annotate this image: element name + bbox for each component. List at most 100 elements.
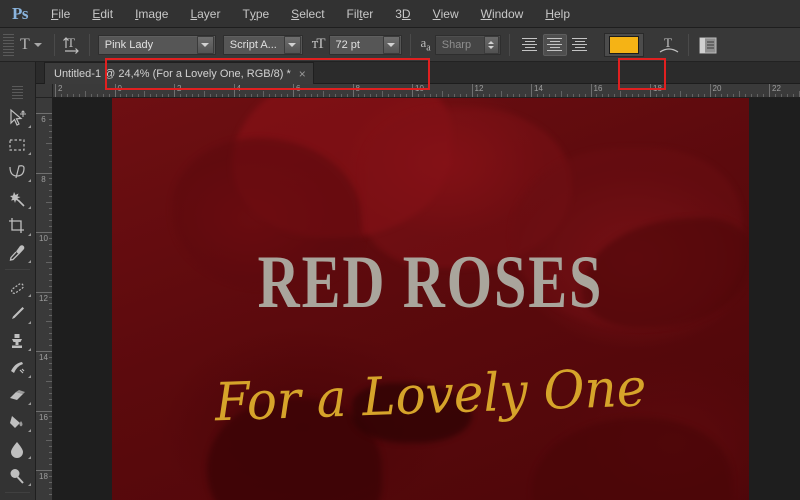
clone-stamp-tool[interactable] — [0, 327, 34, 354]
gradient-tool[interactable] — [0, 408, 34, 435]
ruler-minor-tick — [727, 94, 729, 97]
dodge-tool[interactable] — [0, 462, 34, 489]
font-style-dropdown-button[interactable] — [283, 35, 301, 54]
ruler-minor-tick — [304, 94, 306, 97]
ruler-minor-tick — [49, 487, 52, 489]
menu-window[interactable]: Window — [470, 0, 535, 28]
artboard[interactable]: RED ROSES For a Lovely One — [112, 98, 749, 500]
menu-filter[interactable]: Fil t er — [336, 0, 385, 28]
document-tab[interactable]: Untitled-1 @ 24,4% (For a Lovely One, RG… — [44, 62, 314, 84]
close-icon[interactable]: × — [299, 68, 306, 80]
ruler-major-tick — [531, 84, 532, 97]
tool-options-corner — [28, 375, 31, 378]
ruler-minor-tick — [745, 94, 747, 97]
ruler-minor-tick — [644, 94, 646, 97]
menu-type[interactable]: Ty pe — [231, 0, 280, 28]
pen-tool[interactable] — [0, 496, 34, 500]
ruler-minor-tick — [132, 94, 134, 97]
font-size-dropdown-button[interactable] — [382, 35, 400, 54]
ruler-label: 8 — [41, 174, 46, 184]
ruler-minor-tick — [423, 94, 425, 97]
align-center-button[interactable] — [542, 33, 567, 56]
crop-tool[interactable] — [0, 212, 34, 239]
horizontal-ruler[interactable]: 2 0 2 4 6 8 10 12 14 16 18 20 22 — [53, 84, 800, 98]
ruler-minor-tick — [328, 94, 330, 97]
ruler-minor-tick — [209, 94, 211, 97]
menu-select[interactable]: Select — [280, 0, 335, 28]
ruler-minor-tick — [566, 94, 568, 97]
menu-image[interactable]: Image — [124, 0, 179, 28]
blur-tool[interactable] — [0, 435, 34, 462]
text-alignment-group — [518, 33, 592, 56]
ruler-minor-tick — [763, 94, 765, 97]
options-bar-grip[interactable] — [3, 33, 14, 56]
menu-layer[interactable]: Layer — [179, 0, 231, 28]
svg-text:T: T — [67, 35, 75, 50]
toggle-text-orientation-icon[interactable]: T — [61, 34, 83, 56]
anti-alias-select[interactable]: Sharp — [434, 34, 501, 55]
ruler-minor-tick — [316, 94, 318, 97]
ruler-minor-tick — [495, 94, 497, 97]
divider — [5, 269, 30, 270]
ruler-minor-tick — [185, 94, 187, 97]
menu-edit[interactable]: Edit — [81, 0, 124, 28]
ruler-minor-tick — [697, 94, 699, 97]
divider — [5, 492, 30, 493]
history-brush-tool[interactable] — [0, 354, 34, 381]
ruler-minor-tick — [673, 94, 675, 97]
ruler-minor-tick — [626, 94, 628, 97]
anti-alias-stepper[interactable] — [483, 35, 499, 54]
ruler-minor-tick — [447, 94, 449, 97]
ruler-minor-tick — [197, 94, 199, 97]
font-style-value: Script A... — [229, 38, 277, 51]
ruler-minor-tick — [382, 91, 384, 97]
healing-brush-tool[interactable] — [0, 273, 34, 300]
align-left-button[interactable] — [518, 34, 542, 56]
divider — [409, 33, 411, 56]
ruler-minor-tick — [126, 94, 128, 97]
eyedropper-tool[interactable] — [0, 239, 34, 266]
font-size-input[interactable]: 72 pt — [328, 34, 402, 55]
ruler-minor-tick — [227, 94, 229, 97]
ruler-minor-tick — [49, 309, 52, 311]
font-style-input[interactable]: Script A... — [222, 34, 303, 55]
options-bar: T T Pink Lady Script A... тT 72 pt aa Sh… — [0, 28, 800, 90]
eraser-tool[interactable] — [0, 381, 34, 408]
menu-3d[interactable]: 3D — [384, 0, 421, 28]
ruler-minor-tick — [162, 94, 164, 97]
menu-help[interactable]: Help — [534, 0, 581, 28]
marquee-tool[interactable] — [0, 131, 34, 158]
canvas-area[interactable]: RED ROSES For a Lovely One — [53, 98, 800, 500]
ruler-minor-tick — [49, 434, 52, 436]
ruler-minor-tick — [46, 142, 52, 144]
ruler-minor-tick — [638, 94, 640, 97]
vertical-ruler[interactable]: 6 8 10 12 14 16 18 — [36, 98, 53, 500]
ruler-major-tick — [55, 84, 56, 97]
text-color-button[interactable] — [603, 32, 644, 57]
font-family-input[interactable]: Pink Lady — [97, 34, 216, 55]
ruler-minor-tick — [90, 94, 92, 97]
ruler-minor-tick — [49, 452, 52, 454]
ruler-label: 6 — [41, 115, 46, 124]
ruler-label: 0 — [117, 84, 122, 93]
lasso-tool[interactable] — [0, 158, 34, 185]
move-tool[interactable] — [0, 104, 34, 131]
tools-panel: T — [0, 62, 36, 500]
menu-view[interactable]: View — [422, 0, 470, 28]
magic-wand-tool[interactable] — [0, 185, 34, 212]
ruler-label: 16 — [593, 84, 603, 93]
warp-text-button[interactable]: T — [656, 33, 682, 57]
ruler-minor-tick — [49, 386, 52, 388]
tool-preset-picker[interactable]: T — [14, 36, 48, 54]
ruler-minor-tick — [334, 94, 336, 97]
brush-tool[interactable] — [0, 300, 34, 327]
font-family-dropdown-button[interactable] — [196, 35, 214, 54]
align-right-button[interactable] — [568, 34, 592, 56]
menu-file[interactable]: File — [40, 0, 81, 28]
ruler-minor-tick — [144, 91, 146, 97]
character-paragraph-panels-button[interactable] — [695, 33, 721, 57]
ruler-minor-tick — [376, 94, 378, 97]
ruler-minor-tick — [49, 124, 52, 126]
tools-panel-grip[interactable] — [12, 86, 23, 100]
ruler-minor-tick — [60, 94, 62, 97]
